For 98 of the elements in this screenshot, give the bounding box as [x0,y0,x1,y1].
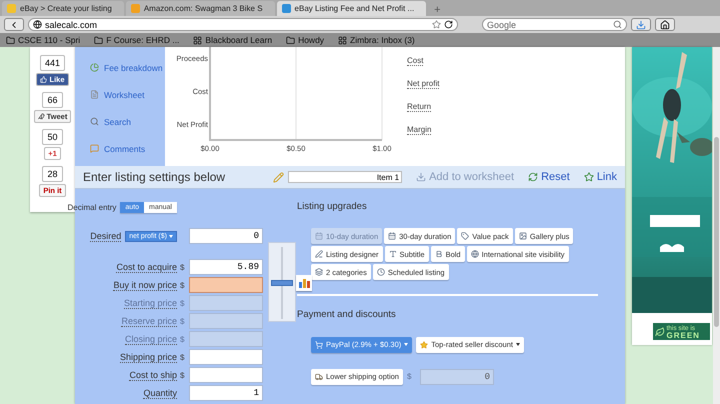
search-icon [613,20,622,29]
leaf-icon [654,326,664,336]
bookmark[interactable]: Howdy [286,35,324,45]
address-bar[interactable]: salecalc.com [28,18,458,31]
bar-chart-icon[interactable] [296,275,312,291]
action-link[interactable]: Reset [528,171,570,183]
download-icon [416,172,426,182]
globe-icon [33,20,42,29]
bookmark[interactable]: CSCE 110 - Spri [6,35,80,45]
item-name-field[interactable]: Item 1 [288,171,402,183]
caret-icon [169,234,173,238]
clock-icon [376,268,385,276]
share-count: 441 [40,55,65,71]
folder-icon [6,36,15,44]
summary-label: Net profit [407,79,440,89]
tab-title: eBay Listing Fee and Net Profit ... [294,4,414,13]
input-field[interactable]: 0 [189,228,263,244]
input-field[interactable]: 5.89 [189,259,263,275]
folder-icon [286,36,296,44]
back-button[interactable] [4,18,24,31]
tab-title: eBay > Create your listing [20,4,112,13]
globe-icon [470,250,479,258]
refresh-icon [528,172,538,182]
bookmark[interactable]: Blackboard Learn [193,35,272,45]
browser-tab[interactable]: Amazon.com: Swagman 3 Bike S [126,1,275,16]
input-field[interactable]: 1 [189,385,263,401]
caret-icon [516,343,520,346]
currency-symbol: $ [180,334,186,344]
field-label: Shipping price [120,352,177,362]
section-title: Enter listing settings below [83,170,226,184]
field-label: Decimal entry [68,202,116,212]
tab-title: Amazon.com: Swagman 3 Bike S [144,4,263,13]
browser-tab[interactable]: eBay > Create your listing [2,1,124,16]
currency-symbol: $ [406,372,412,381]
grid-icon [338,36,348,44]
text-icon [388,250,397,258]
field-label: Buy it now price [113,280,177,290]
favicon-icon [7,4,16,13]
summary-label: Return [407,102,432,112]
layers-icon [315,268,323,276]
document-icon [90,90,99,99]
downloads-button[interactable] [631,18,651,31]
summary-label: Margin [407,125,432,135]
image-icon [518,232,527,240]
search-field[interactable]: Google [482,18,627,31]
share-count: 28 [42,166,62,182]
input-field[interactable] [189,277,263,293]
favicon-icon [130,4,140,13]
summary-label: Cost [407,56,424,66]
star-icon [584,172,594,182]
calendar-icon [315,232,323,240]
cart-icon [315,340,323,348]
bookmark[interactable]: F Course: EHRD ... [94,35,180,45]
section-heading: Listing upgrades [297,200,368,214]
share-count: 50 [42,129,62,145]
scrollbar[interactable] [713,47,720,404]
field-label: Desired [90,230,122,242]
speech-bubble-icon [90,144,99,153]
input-field[interactable] [189,367,263,383]
currency-symbol: $ [180,298,186,308]
field-label: Reserve price [121,316,177,326]
reload-icon[interactable] [444,20,453,29]
tag-icon [461,232,470,240]
truck-icon [315,372,323,380]
field-label: Starting price [124,298,177,308]
action-link[interactable]: Link [584,171,617,183]
slider-thumb[interactable] [271,280,293,286]
pencil-icon[interactable] [273,172,284,182]
search-icon [90,117,99,126]
pen-icon [315,250,323,258]
bookmark[interactable]: Zimbra: Inbox (3) [338,35,415,45]
field-label: Closing price [124,334,177,344]
browser-tab[interactable]: eBay Listing Fee and Net Profit ... [276,1,426,16]
pie-chart-icon [90,63,99,72]
bird-icon [38,113,45,120]
home-button[interactable] [655,18,675,31]
grid-icon [193,36,202,44]
currency-symbol: $ [180,280,186,290]
field-label: Quantity [143,388,177,398]
currency-symbol: $ [180,352,186,362]
favicon-icon [282,4,291,13]
star-icon [420,340,428,348]
bold-icon [434,250,443,258]
field-label: Cost to ship [129,370,177,380]
bookmark-star-icon[interactable] [432,20,441,29]
currency-symbol: $ [180,370,186,380]
currency-symbol: $ [180,316,186,326]
share-count: 66 [42,92,62,108]
folder-icon [94,36,104,44]
caret-icon [404,343,408,346]
input-field[interactable] [189,349,263,365]
section-heading: Payment and discounts [297,308,397,322]
home-icon [660,20,670,30]
thumbs-up-icon [40,76,48,83]
download-icon [636,20,646,30]
field-label: Cost to acquire [116,262,177,272]
currency-symbol: $ [180,262,186,272]
calendar-icon [388,232,396,240]
